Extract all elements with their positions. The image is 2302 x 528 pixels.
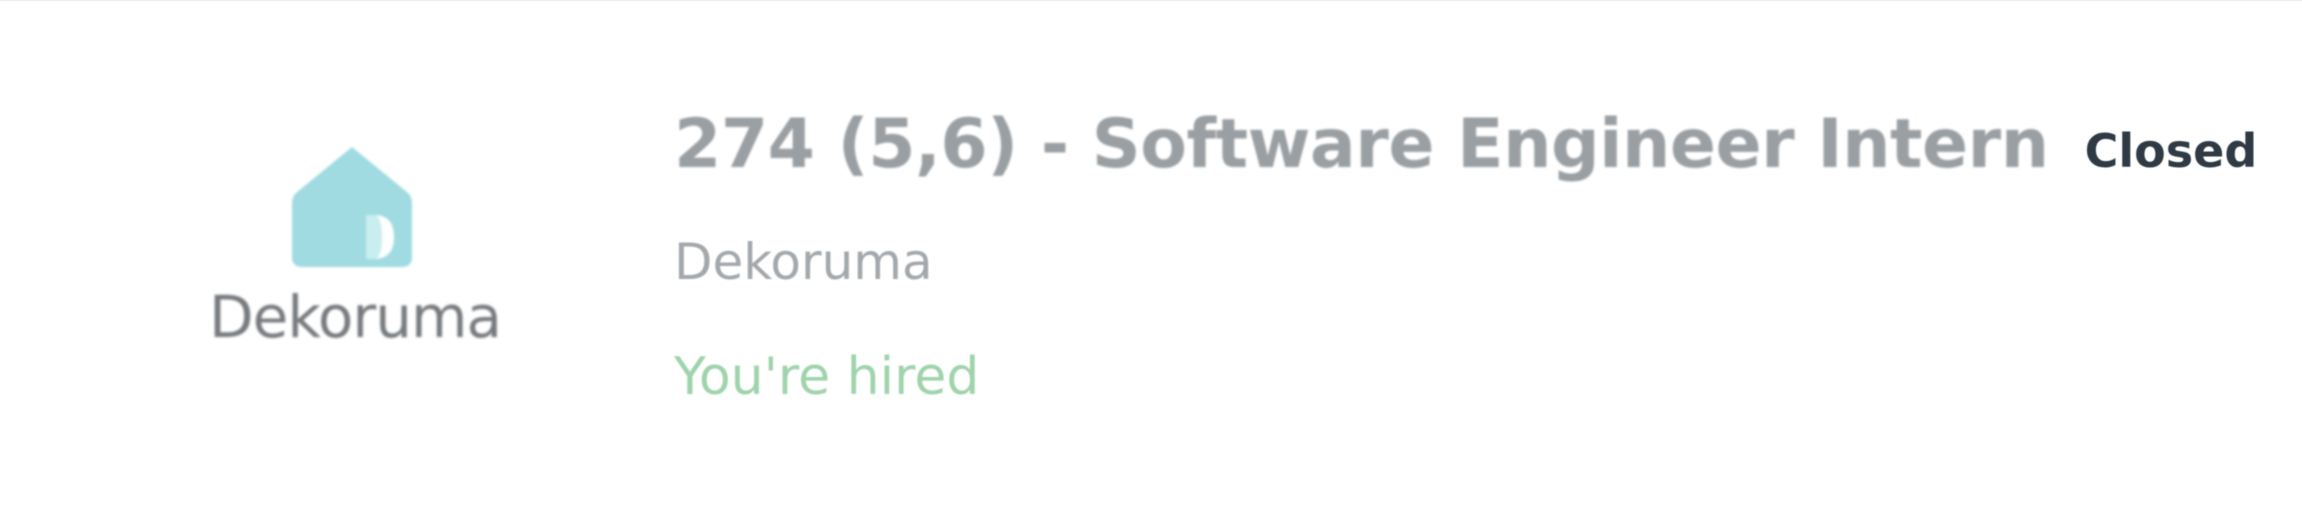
- job-application-card[interactable]: Dekoruma 274 (5,6) - Software Engineer I…: [0, 0, 2302, 528]
- title-row: 274 (5,6) - Software Engineer Intern Clo…: [674, 105, 2257, 205]
- company-name: Dekoruma: [674, 233, 933, 291]
- company-logo: Dekoruma: [190, 141, 520, 371]
- application-result: You're hired: [674, 347, 980, 407]
- logo-wordmark: Dekoruma: [209, 283, 502, 351]
- status-badge: Closed: [2084, 124, 2258, 178]
- job-details: 274 (5,6) - Software Engineer Intern Clo…: [674, 105, 2257, 435]
- house-icon: [292, 147, 412, 267]
- job-title[interactable]: 274 (5,6) - Software Engineer Intern: [674, 105, 2049, 184]
